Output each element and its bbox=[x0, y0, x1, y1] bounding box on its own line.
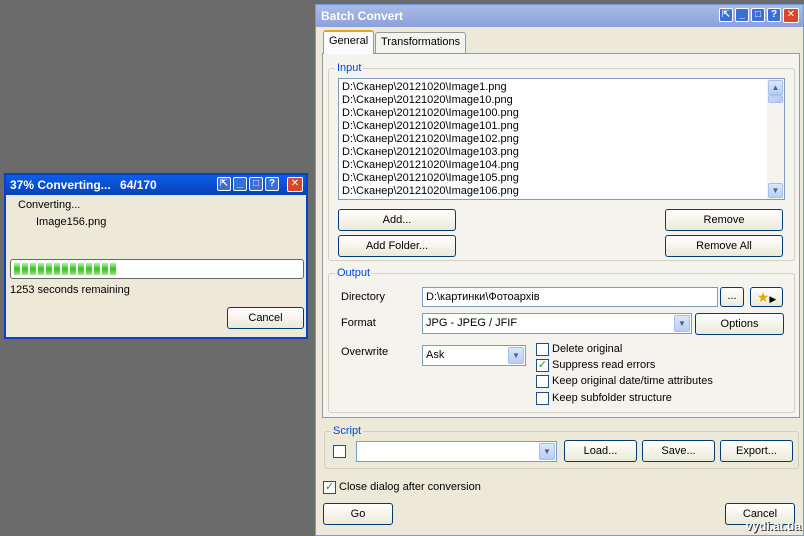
list-item[interactable]: D:\Сканер\20121020\Image106.png bbox=[339, 185, 784, 198]
scroll-down-icon[interactable]: ▼ bbox=[768, 183, 783, 198]
add-folder-button[interactable]: Add Folder... bbox=[338, 235, 456, 257]
script-group: Script ▼ Load... Save... Export... bbox=[324, 425, 799, 469]
pin-icon[interactable]: ⇱ bbox=[217, 177, 231, 191]
file-list[interactable]: D:\Сканер\20121020\Image1.png D:\Сканер\2… bbox=[338, 78, 785, 200]
list-item[interactable]: D:\Сканер\20121020\Image101.png bbox=[339, 120, 784, 133]
list-item[interactable]: D:\Сканер\20121020\Image105.png bbox=[339, 172, 784, 185]
script-enable-checkbox[interactable] bbox=[333, 445, 346, 458]
title-bar: Batch Convert ⇱ _ □ ? ✕ bbox=[316, 5, 803, 27]
keep-datetime-label: Keep original date/time attributes bbox=[552, 375, 713, 387]
progress-segment bbox=[110, 263, 116, 275]
output-legend: Output bbox=[335, 267, 373, 279]
progress-segment bbox=[62, 263, 68, 275]
delete-original-label: Delete original bbox=[552, 343, 623, 355]
remove-all-button[interactable]: Remove All bbox=[665, 235, 783, 257]
close-after-label: Close dialog after conversion bbox=[339, 481, 481, 493]
list-item[interactable]: D:\Сканер\20121020\Image1.png bbox=[339, 81, 784, 94]
file-list-scrollbar[interactable]: ▲ ▼ bbox=[767, 79, 784, 199]
progress-segment bbox=[54, 263, 60, 275]
progress-segment bbox=[86, 263, 92, 275]
load-button[interactable]: Load... bbox=[564, 440, 637, 462]
pin-icon[interactable]: ⇱ bbox=[719, 8, 733, 22]
tab-transformations[interactable]: Transformations bbox=[375, 32, 467, 54]
watermark: vydi.at.ua bbox=[745, 519, 801, 533]
script-legend: Script bbox=[331, 425, 364, 437]
close-after-checkbox[interactable]: ✓ bbox=[323, 481, 336, 494]
tab-panel: Input D:\Сканер\20121020\Image1.png D:\Ск… bbox=[322, 53, 800, 418]
scroll-up-icon[interactable]: ▲ bbox=[768, 80, 783, 95]
help-icon[interactable]: ? bbox=[767, 8, 781, 22]
progress-count: 64/170 bbox=[120, 178, 157, 192]
format-value: JPG - JPEG / JFIF bbox=[426, 317, 518, 329]
input-group: Input D:\Сканер\20121020\Image1.png D:\Ск… bbox=[328, 62, 795, 261]
keep-subfolder-checkbox[interactable] bbox=[536, 392, 549, 405]
chevron-down-icon[interactable]: ▼ bbox=[674, 315, 690, 332]
scroll-thumb[interactable] bbox=[768, 95, 783, 103]
tab-general[interactable]: General bbox=[323, 30, 375, 54]
export-button[interactable]: Export... bbox=[720, 440, 793, 462]
progress-segment bbox=[70, 263, 76, 275]
chevron-down-icon[interactable]: ▼ bbox=[539, 443, 555, 460]
browse-button[interactable]: ... bbox=[720, 287, 744, 307]
progress-segment bbox=[38, 263, 44, 275]
progress-segment bbox=[78, 263, 84, 275]
output-group: Output Directory D:\картинки\Фотоархів .… bbox=[328, 267, 795, 413]
format-label: Format bbox=[341, 317, 376, 329]
overwrite-label: Overwrite bbox=[341, 346, 389, 358]
maximize-icon[interactable]: □ bbox=[249, 177, 263, 191]
progress-segment bbox=[14, 263, 20, 275]
list-item[interactable]: D:\Сканер\20121020\Image104.png bbox=[339, 159, 784, 172]
options-button[interactable]: Options bbox=[695, 313, 784, 335]
delete-original-checkbox[interactable] bbox=[536, 343, 549, 356]
list-item[interactable]: D:\Сканер\20121020\Image100.png bbox=[339, 107, 784, 120]
progress-bar bbox=[10, 259, 304, 279]
progress-title: 37% Converting... bbox=[10, 178, 111, 192]
star-icon: ★ bbox=[756, 289, 770, 305]
keep-datetime-checkbox[interactable] bbox=[536, 375, 549, 388]
progress-segment bbox=[30, 263, 36, 275]
batch-convert-window: Batch Convert ⇱ _ □ ? ✕ General Transfor… bbox=[315, 4, 804, 536]
directory-input[interactable]: D:\картинки\Фотоархів bbox=[422, 287, 718, 307]
overwrite-select[interactable]: Ask ▼ bbox=[422, 345, 526, 366]
format-select[interactable]: JPG - JPEG / JFIF ▼ bbox=[422, 313, 692, 334]
window-title: Batch Convert bbox=[321, 9, 404, 23]
maximize-icon[interactable]: □ bbox=[751, 8, 765, 22]
help-icon[interactable]: ? bbox=[265, 177, 279, 191]
favorites-button[interactable]: ★▶ bbox=[750, 287, 783, 307]
close-icon[interactable]: ✕ bbox=[783, 8, 799, 23]
progress-segment bbox=[46, 263, 52, 275]
add-button[interactable]: Add... bbox=[338, 209, 456, 231]
suppress-errors-checkbox[interactable]: ✓ bbox=[536, 359, 549, 372]
arrow-right-icon: ▶ bbox=[769, 294, 777, 304]
directory-label: Directory bbox=[341, 291, 386, 303]
save-button[interactable]: Save... bbox=[642, 440, 715, 462]
list-item[interactable]: D:\Сканер\20121020\Image10.png bbox=[339, 94, 784, 107]
remove-button[interactable]: Remove bbox=[665, 209, 783, 231]
progress-cancel-button[interactable]: Cancel bbox=[227, 307, 304, 329]
minimize-icon[interactable]: _ bbox=[233, 177, 247, 191]
list-item[interactable]: D:\Сканер\20121020\Image102.png bbox=[339, 133, 784, 146]
list-item[interactable]: D:\Сканер\20121020\Image103.png bbox=[339, 146, 784, 159]
minimize-icon[interactable]: _ bbox=[735, 8, 749, 22]
overwrite-value: Ask bbox=[426, 349, 445, 361]
keep-subfolder-label: Keep subfolder structure bbox=[552, 392, 672, 404]
progress-segment bbox=[22, 263, 28, 275]
progress-title-bar: 37% Converting... 64/170 ⇱ _ □ ? ✕ bbox=[6, 175, 306, 195]
go-button[interactable]: Go bbox=[323, 503, 393, 525]
progress-status: Converting... bbox=[18, 199, 81, 211]
time-remaining: 1253 seconds remaining bbox=[10, 284, 130, 296]
script-select[interactable]: ▼ bbox=[356, 441, 557, 462]
close-icon[interactable]: ✕ bbox=[287, 177, 303, 192]
progress-segment bbox=[94, 263, 100, 275]
chevron-down-icon[interactable]: ▼ bbox=[508, 347, 524, 364]
progress-file: Image156.png bbox=[36, 216, 107, 228]
progress-window: 37% Converting... 64/170 ⇱ _ □ ? ✕ Conve… bbox=[4, 173, 308, 339]
suppress-errors-label: Suppress read errors bbox=[552, 359, 656, 371]
progress-segment bbox=[102, 263, 108, 275]
input-legend: Input bbox=[335, 62, 364, 74]
